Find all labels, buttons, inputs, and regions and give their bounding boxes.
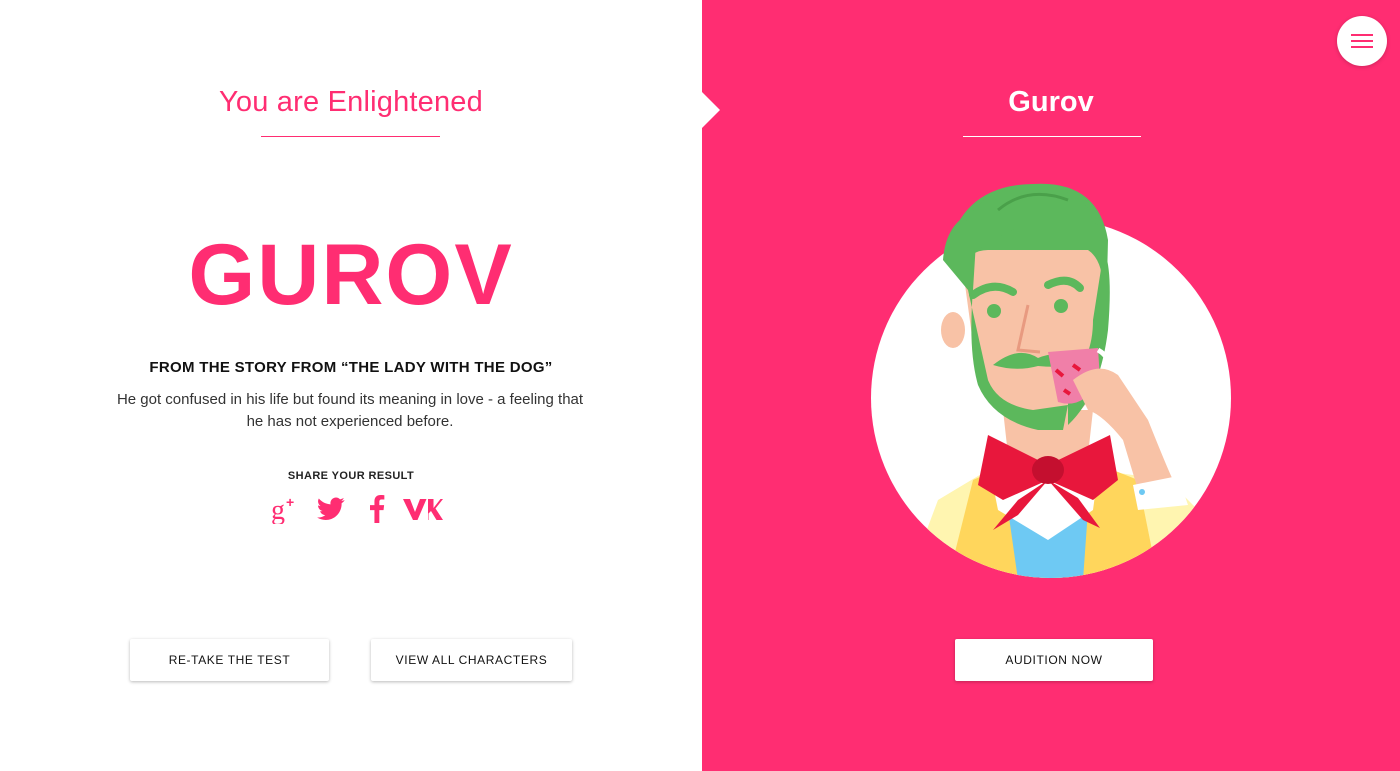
vk-icon[interactable] bbox=[403, 492, 443, 526]
share-label: SHARE YOUR RESULT bbox=[287, 470, 415, 482]
retake-test-button[interactable]: RE-TAKE THE TEST bbox=[130, 639, 329, 681]
character-name: GUROV bbox=[188, 227, 514, 323]
audition-now-button[interactable]: AUDITION NOW bbox=[955, 639, 1153, 681]
character-title: Gurov bbox=[1008, 86, 1094, 118]
hamburger-menu-icon[interactable] bbox=[1337, 16, 1387, 66]
view-all-characters-button[interactable]: VIEW ALL CHARACTERS bbox=[371, 639, 572, 681]
google-plus-icon[interactable]: g + bbox=[265, 492, 305, 526]
source-story: FROM THE STORY FROM “THE LADY WITH THE D… bbox=[149, 359, 553, 376]
svg-text:g: g bbox=[271, 495, 285, 524]
character-description: He got confused in his life but found it… bbox=[116, 391, 584, 430]
result-title: You are Enlightened bbox=[219, 86, 483, 118]
svg-text:+: + bbox=[286, 494, 294, 510]
menu-line bbox=[1351, 46, 1373, 48]
menu-line bbox=[1351, 34, 1373, 36]
divider bbox=[261, 136, 440, 137]
menu-line bbox=[1351, 40, 1373, 42]
facebook-icon[interactable] bbox=[357, 492, 397, 526]
share-icons: g + bbox=[265, 492, 443, 526]
character-portrait bbox=[868, 180, 1234, 580]
divider bbox=[963, 136, 1141, 137]
twitter-icon[interactable] bbox=[311, 492, 351, 526]
